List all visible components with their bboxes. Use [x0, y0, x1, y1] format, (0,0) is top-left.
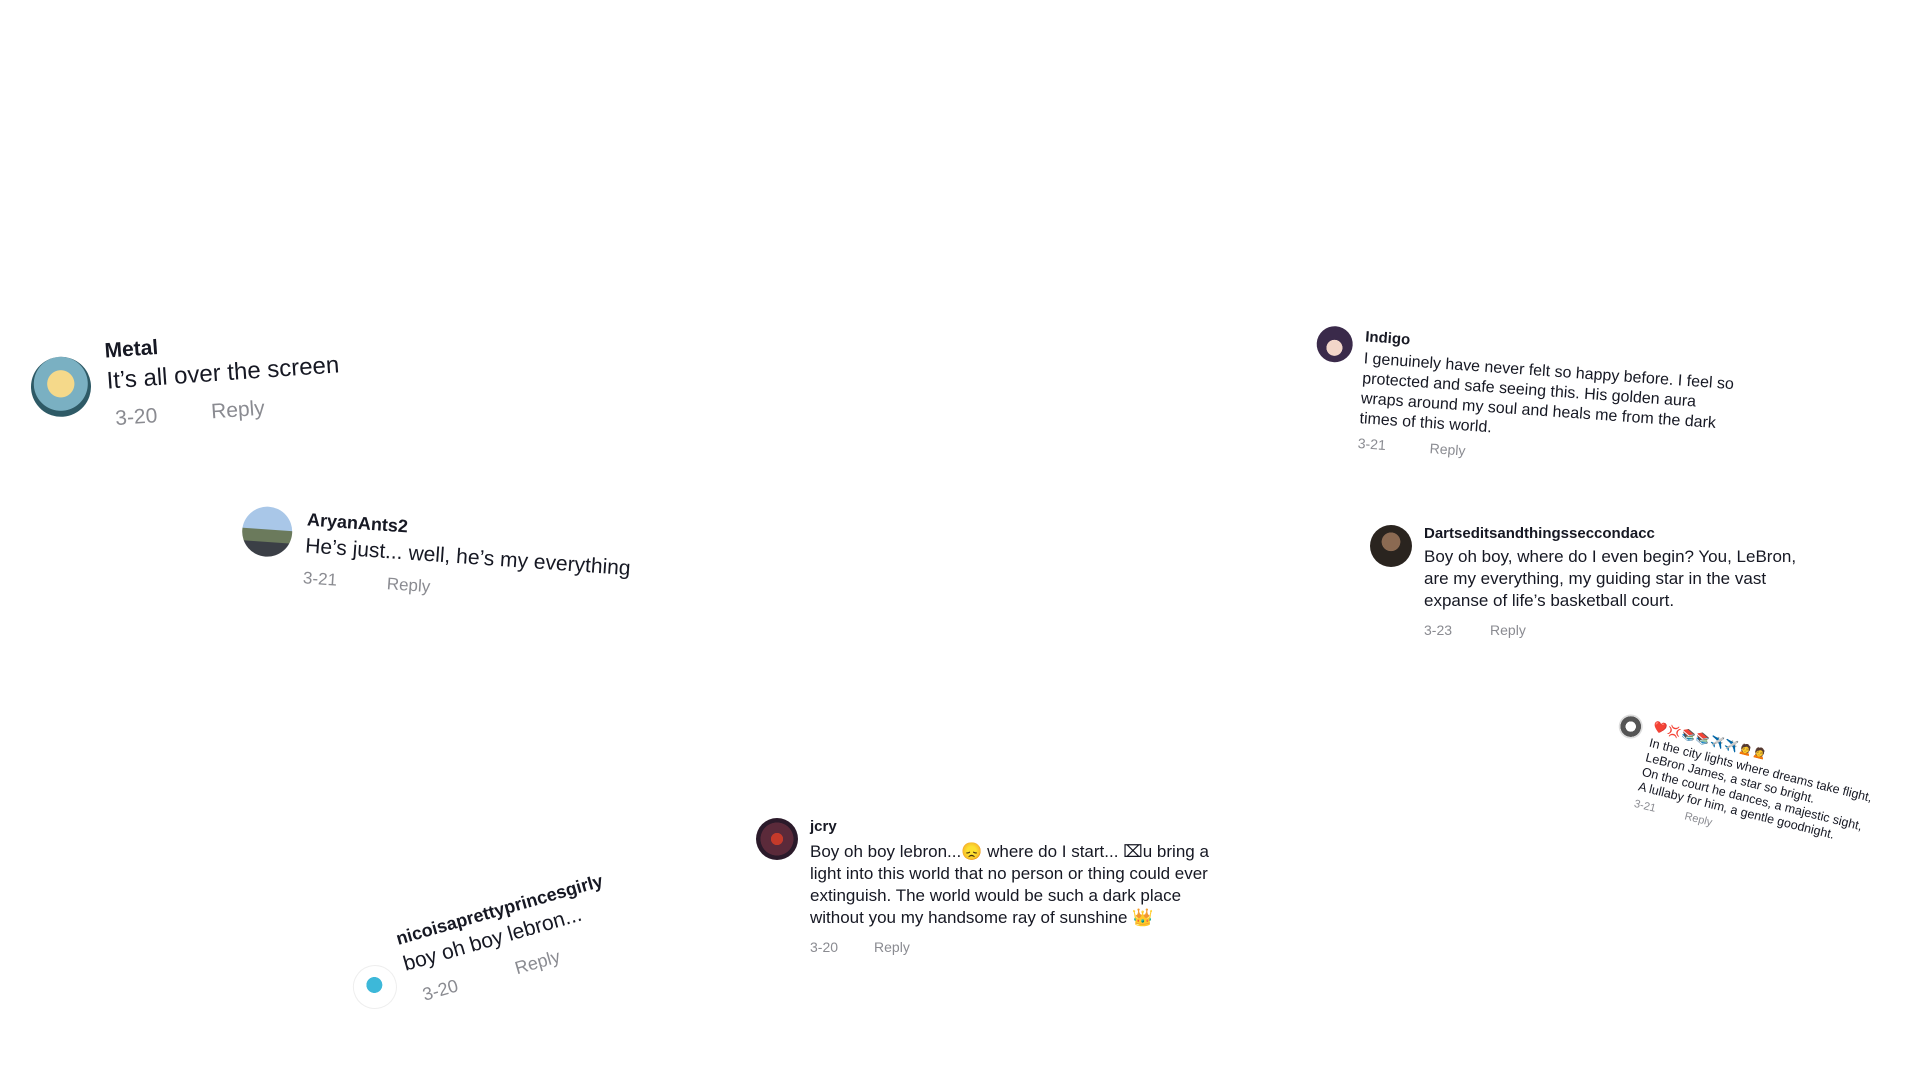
comment-body: Dartseditsandthingsseccondacc Boy oh boy…: [1424, 525, 1804, 638]
avatar[interactable]: [1370, 525, 1412, 567]
comments-collage: Metal It’s all over the screen 3-20 Repl…: [0, 0, 1920, 1080]
comment-date: 3-21: [1632, 797, 1658, 815]
avatar[interactable]: [240, 505, 294, 559]
comment-text: Boy oh boy lebron...😞 where do I start..…: [810, 842, 1209, 927]
comment-aryanants2: AryanAnts2 He’s just... well, he’s my ev…: [238, 505, 633, 611]
comment-meta: 3-20 Reply: [810, 939, 1222, 955]
comment-date: 3-20: [420, 975, 461, 1005]
comment-body: jcry Boy oh boy lebron...😞 where do I st…: [810, 818, 1222, 955]
reply-button[interactable]: Reply: [210, 397, 265, 425]
comment-indigo: Indigo I genuinely have never felt so ha…: [1309, 325, 1737, 477]
comment-username[interactable]: jcry: [810, 818, 1222, 835]
comment-poem: ❤️💢📚📚✈️✈️🙍🙍 In the city lights where dre…: [1600, 712, 1888, 868]
reply-button[interactable]: Reply: [1683, 810, 1713, 828]
comment-body: nicoisaprettyprincesgirly boy oh boy leb…: [394, 871, 622, 1009]
avatar[interactable]: [1616, 712, 1646, 742]
comment-body: Metal It’s all over the screen 3-20 Repl…: [104, 323, 343, 431]
comment-body: Indigo I genuinely have never felt so ha…: [1357, 328, 1737, 477]
comment-body: AryanAnts2 He’s just... well, he’s my ev…: [302, 509, 633, 611]
comment-nicoisaprettyprincesgirly: nicoisaprettyprincesgirly boy oh boy leb…: [340, 871, 622, 1024]
avatar[interactable]: [28, 354, 94, 419]
reply-button[interactable]: Reply: [386, 574, 431, 597]
comment-username[interactable]: Dartseditsandthingsseccondacc: [1424, 525, 1804, 542]
comment-date: 3-20: [114, 404, 159, 431]
comment-jcry: jcry Boy oh boy lebron...😞 where do I st…: [756, 818, 1222, 955]
avatar[interactable]: [1315, 325, 1354, 364]
reply-button[interactable]: Reply: [513, 946, 563, 979]
comment-date: 3-21: [302, 568, 338, 590]
comment-dartsedits: Dartseditsandthingsseccondacc Boy oh boy…: [1370, 525, 1804, 638]
comment-date: 3-20: [810, 939, 839, 955]
comment-meta: 3-20 Reply: [109, 391, 343, 431]
reply-button[interactable]: Reply: [874, 939, 910, 955]
comment-body: ❤️💢📚📚✈️✈️🙍🙍 In the city lights where dre…: [1633, 720, 1888, 867]
avatar[interactable]: [347, 959, 403, 1015]
comment-metal: Metal It’s all over the screen 3-20 Repl…: [28, 323, 343, 436]
comment-text: Boy oh boy, where do I even begin? You, …: [1424, 547, 1797, 610]
comment-date: 3-21: [1357, 435, 1387, 454]
comment-date: 3-23: [1424, 622, 1453, 638]
reply-button[interactable]: Reply: [1429, 440, 1466, 458]
reply-button[interactable]: Reply: [1490, 622, 1526, 638]
avatar[interactable]: [756, 818, 798, 860]
comment-meta: 3-23 Reply: [1424, 622, 1804, 638]
